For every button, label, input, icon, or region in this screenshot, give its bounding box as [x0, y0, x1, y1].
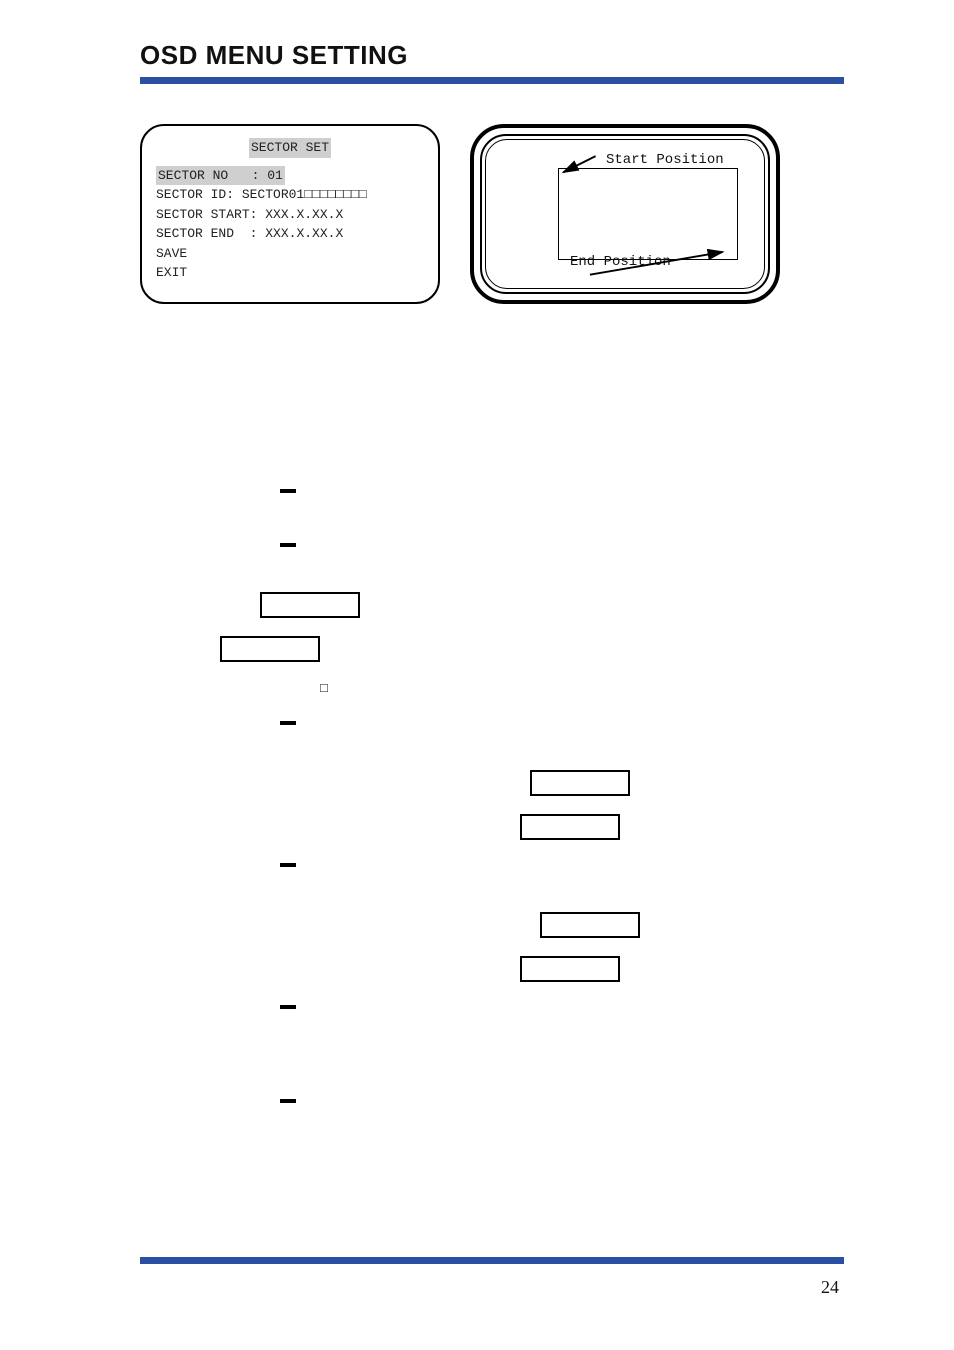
monitor-inner: Start Position End Position — [485, 139, 765, 289]
sector-no-row: SECTOR NO : 01 — [156, 166, 424, 186]
panel-heading: SECTOR SET — [249, 138, 331, 158]
exit-row: EXIT — [156, 263, 424, 283]
sector-end-label: SECTOR END : — [156, 226, 257, 241]
decorative-region: □ — [250, 484, 844, 1108]
sector-set-panel: SECTOR SET SECTOR NO : 01 SECTOR ID: SEC… — [140, 124, 440, 304]
sector-end-row: SECTOR END : XXX.X.XX.X — [156, 224, 424, 244]
decorative-box-1 — [260, 592, 360, 618]
decorative-box-3b — [520, 814, 620, 840]
box-glyph: □ — [320, 680, 328, 695]
end-position-label: End Position — [570, 254, 671, 270]
monitor-border-mid: Start Position End Position — [480, 134, 770, 294]
dash-1 — [250, 484, 844, 498]
start-position-label: Start Position — [606, 152, 724, 168]
dash-2 — [250, 538, 844, 552]
sector-id-row: SECTOR ID: SECTOR01□□□□□□□□ — [156, 185, 424, 205]
decorative-box-4b — [520, 956, 620, 982]
panel-heading-row: SECTOR SET — [156, 138, 424, 158]
sector-id-value: SECTOR01□□□□□□□□ — [242, 187, 367, 202]
page-title: OSD MENU SETTING — [140, 40, 844, 71]
dash-6 — [250, 1094, 844, 1108]
decorative-box-2 — [220, 636, 320, 662]
dash-5 — [250, 1000, 844, 1014]
sector-id-label: SECTOR ID: — [156, 187, 234, 202]
dash-4 — [250, 858, 844, 872]
save-row: SAVE — [156, 244, 424, 264]
sector-rectangle — [558, 168, 738, 260]
page-number: 24 — [821, 1277, 839, 1298]
sector-start-row: SECTOR START: XXX.X.XX.X — [156, 205, 424, 225]
decorative-box-4a — [540, 912, 640, 938]
sector-start-label: SECTOR START: — [156, 207, 257, 222]
decorative-box-3a — [530, 770, 630, 796]
sector-no-label: SECTOR NO — [158, 168, 228, 183]
sector-no-value: 01 — [267, 168, 283, 183]
title-underline — [140, 77, 844, 84]
footer-bar — [140, 1257, 844, 1264]
dash-3 — [250, 716, 844, 730]
sector-start-value: XXX.X.XX.X — [265, 207, 343, 222]
sector-end-value: XXX.X.XX.X — [265, 226, 343, 241]
monitor-illustration: Start Position End Position — [470, 124, 780, 304]
